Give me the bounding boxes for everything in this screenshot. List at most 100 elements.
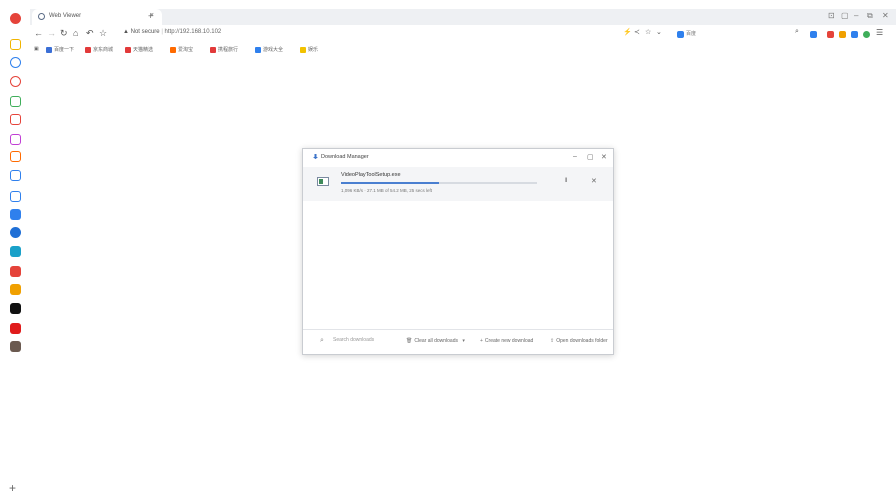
close-window-button[interactable]: ✕ xyxy=(882,11,889,20)
download-status: 1,096 KB/s · 27.1 MB of 54.2 MB, 25 secs… xyxy=(341,188,433,193)
bookmark-favicon-icon xyxy=(255,46,261,53)
bookmark-star-icon[interactable]: ☆ xyxy=(99,28,107,39)
bookmark-favicon-icon xyxy=(85,46,91,53)
bookmark-favicon-icon xyxy=(125,46,131,53)
address-bar[interactable]: ▲ Not secure | http://192.168.10.102 xyxy=(123,29,623,39)
plus-icon: + xyxy=(480,338,483,344)
dm-title-bar: Download Manager xyxy=(313,154,369,160)
search-icon[interactable]: ⌕ xyxy=(795,28,799,36)
notes-icon[interactable] xyxy=(10,209,21,220)
bookmark-label: 爱淘宝 xyxy=(178,47,194,53)
dm-minimize-button[interactable]: – xyxy=(573,153,577,160)
bookmark-item[interactable]: 爱淘宝 xyxy=(170,46,193,53)
tiktok-icon[interactable] xyxy=(10,303,21,314)
trash-icon: 🗑 xyxy=(406,338,413,344)
bookmark-item[interactable]: 娱乐 xyxy=(300,46,318,53)
bookmark-label: 百度一下 xyxy=(54,47,75,53)
tab-title: Web Viewer xyxy=(49,13,82,19)
warning-icon: ▲ xyxy=(123,29,129,35)
palette-icon[interactable] xyxy=(839,31,846,38)
avatar-icon[interactable] xyxy=(10,341,21,352)
bag-icon[interactable] xyxy=(10,134,21,145)
minimize-button[interactable]: – xyxy=(854,11,858,20)
tab-bar: Web Viewer × + ⊡ ▢ – ⧉ ✕ xyxy=(30,9,896,25)
bookmark-item[interactable]: 百度一下 xyxy=(46,46,74,53)
bookmark-label: 游戏大全 xyxy=(263,47,284,53)
bookmarks-bar: ▣ 百度一下 京东商城 天猫精选 爱淘宝 携程旅行 游戏大全 娱乐 xyxy=(30,44,896,56)
tab-web-viewer[interactable]: Web Viewer × xyxy=(32,9,162,25)
open-downloads-folder-button[interactable]: ⇪ Open downloads folder xyxy=(550,338,608,344)
bookmark-item[interactable]: 天猫精选 xyxy=(125,46,153,53)
bookmark-item[interactable]: 游戏大全 xyxy=(255,46,283,53)
image-tool-icon[interactable] xyxy=(827,31,834,38)
record-icon[interactable] xyxy=(10,76,21,87)
bookmarks-toggle-icon[interactable]: ▣ xyxy=(34,46,39,52)
video-icon[interactable] xyxy=(10,323,21,334)
clear-all-downloads-button[interactable]: 🗑 Clear all downloads ▾ xyxy=(406,338,467,344)
toolbar: ← → ↻ ⌂ ↶ ☆ ▲ Not secure | http://192.16… xyxy=(30,26,896,42)
chat-icon[interactable] xyxy=(10,246,21,257)
home-icon[interactable]: ⌂ xyxy=(73,28,78,38)
cancel-download-button[interactable]: ✕ xyxy=(591,177,597,185)
bookmark-item[interactable]: 携程旅行 xyxy=(210,46,238,53)
app-red-icon[interactable] xyxy=(10,266,21,277)
flash-icon[interactable]: ⚡ xyxy=(623,28,632,36)
create-new-label: Create new download xyxy=(484,338,534,344)
search-downloads-input[interactable] xyxy=(333,337,393,343)
download-icon[interactable] xyxy=(863,31,870,38)
bookmark-label: 娱乐 xyxy=(308,47,319,53)
user-icon[interactable] xyxy=(10,284,21,295)
dropdown-icon[interactable]: ⌄ xyxy=(656,28,662,36)
favorite-icon[interactable]: ☆ xyxy=(645,28,651,36)
dm-maximize-button[interactable]: ▢ xyxy=(587,153,594,161)
bookmark-item[interactable]: 京东商城 xyxy=(85,46,113,53)
image-icon[interactable] xyxy=(10,114,21,125)
address-separator: | xyxy=(161,29,163,35)
bookmark-label: 天猫精选 xyxy=(133,47,154,53)
apps-icon[interactable] xyxy=(10,96,21,107)
crop-tool-icon[interactable] xyxy=(851,31,858,38)
download-item[interactable]: VideoPlayToolSetup.exe 1,096 KB/s · 27.1… xyxy=(303,167,613,201)
pause-button[interactable]: II xyxy=(565,178,568,184)
translate-icon[interactable] xyxy=(10,191,21,202)
clear-all-label: Clear all downloads xyxy=(414,338,458,344)
download-arrow-icon xyxy=(313,154,318,160)
download-manager-window: Download Manager – ▢ ✕ VideoPlayToolSetu… xyxy=(302,148,614,355)
baidu-icon xyxy=(677,31,684,38)
download-filename: VideoPlayToolSetup.exe xyxy=(341,172,401,178)
restore-icon[interactable]: ▢ xyxy=(841,11,849,20)
security-label[interactable]: Not secure xyxy=(131,29,160,35)
chrome-icon[interactable] xyxy=(10,13,21,24)
download-progress-fill xyxy=(341,182,439,184)
reload-icon[interactable]: ↻ xyxy=(60,28,68,39)
bookmark-label: 京东商城 xyxy=(93,47,114,53)
create-new-download-button[interactable]: + Create new download xyxy=(480,338,533,344)
globe-icon xyxy=(38,13,45,20)
sidebar-add-button[interactable]: + xyxy=(9,482,16,494)
bookmark-favicon-icon xyxy=(46,46,52,53)
bookmark-favicon-icon xyxy=(170,46,176,53)
exe-file-icon xyxy=(317,177,329,186)
search-engine-label[interactable]: 百度 xyxy=(686,30,696,37)
forward-icon[interactable]: → xyxy=(47,28,56,38)
star-icon[interactable] xyxy=(10,39,21,50)
share-icon[interactable]: ≺ xyxy=(634,28,640,36)
bookmark-favicon-icon xyxy=(300,46,306,53)
gif-icon[interactable] xyxy=(10,151,21,162)
undo-icon[interactable]: ↶ xyxy=(86,28,94,39)
dm-title: Download Manager xyxy=(321,154,369,160)
apps-grid-icon[interactable] xyxy=(810,31,817,38)
maximize-button[interactable]: ⧉ xyxy=(867,11,873,21)
menu-icon[interactable]: ☰ xyxy=(876,28,883,37)
back-icon[interactable]: ← xyxy=(34,28,43,38)
split-screen-icon[interactable]: ⊡ xyxy=(828,11,835,20)
bookmark-label: 携程旅行 xyxy=(218,47,239,53)
game-icon[interactable] xyxy=(10,227,21,238)
clock-icon[interactable] xyxy=(10,57,21,68)
crop-icon[interactable] xyxy=(10,170,21,181)
dm-footer: ⌕ 🗑Clear all downloads ▾ +Create new dow… xyxy=(303,329,613,355)
dm-close-button[interactable]: ✕ xyxy=(601,153,607,161)
url-text[interactable]: http://192.168.10.102 xyxy=(165,29,222,35)
chevron-down-icon[interactable]: ▾ xyxy=(462,338,465,344)
new-tab-button[interactable]: + xyxy=(148,11,153,21)
